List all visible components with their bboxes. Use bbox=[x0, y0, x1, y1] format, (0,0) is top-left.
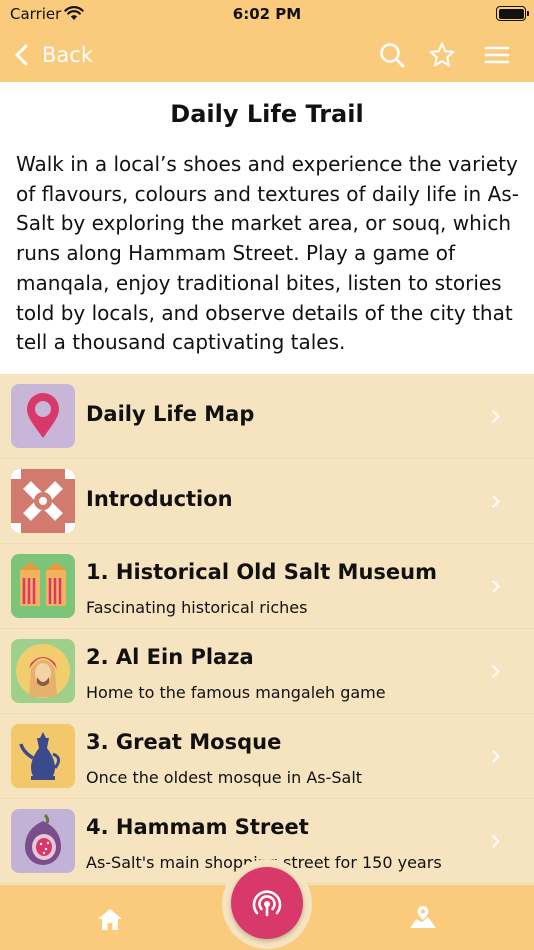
item-subtitle: Once the oldest mosque in As-Salt bbox=[86, 768, 363, 787]
page-title: Daily Life Trail bbox=[170, 100, 364, 128]
audio-broadcast-icon bbox=[252, 890, 282, 917]
status-bar: Carrier 6:02 PM bbox=[0, 0, 534, 28]
list-item-introduction[interactable]: Introduction bbox=[0, 459, 534, 544]
item-title: Daily Life Map bbox=[86, 402, 255, 426]
item-title: 2. Al Ein Plaza bbox=[86, 645, 254, 669]
map-pin-icon bbox=[11, 384, 75, 448]
chevron-right-icon bbox=[492, 580, 500, 593]
trail-intro: Daily Life Trail Walk in a local’s shoes… bbox=[0, 82, 534, 374]
home-icon[interactable] bbox=[97, 907, 123, 931]
navigation-bar: Back bbox=[0, 28, 534, 82]
trail-description: Walk in a local’s shoes and experience t… bbox=[16, 152, 519, 355]
chevron-right-icon bbox=[492, 835, 500, 848]
status-time: 6:02 PM bbox=[232, 5, 302, 23]
fig-icon bbox=[11, 809, 75, 873]
star-icon[interactable] bbox=[428, 41, 456, 69]
list-item-daily-life-map[interactable]: Daily Life Map bbox=[0, 374, 534, 459]
back-label: Back bbox=[42, 43, 93, 67]
chevron-right-icon bbox=[492, 495, 500, 508]
chevron-right-icon bbox=[492, 750, 500, 763]
list-item-great-mosque[interactable]: 3. Great Mosque Once the oldest mosque i… bbox=[0, 714, 534, 799]
coffee-pot-icon bbox=[11, 724, 75, 788]
pattern-icon bbox=[11, 469, 75, 533]
map-icon[interactable] bbox=[408, 904, 438, 932]
list-item-old-salt-museum[interactable]: 1. Historical Old Salt Museum Fascinatin… bbox=[0, 544, 534, 629]
audio-broadcast-button[interactable] bbox=[231, 867, 303, 939]
item-title: 4. Hammam Street bbox=[86, 815, 309, 839]
item-title: Introduction bbox=[86, 487, 233, 511]
chevron-left-icon bbox=[15, 44, 28, 66]
battery-icon bbox=[496, 6, 529, 21]
search-icon[interactable] bbox=[378, 41, 406, 69]
list-item-al-ein-plaza[interactable]: 2. Al Ein Plaza Home to the famous manga… bbox=[0, 629, 534, 714]
menu-icon[interactable] bbox=[483, 41, 511, 69]
back-button[interactable]: Back bbox=[14, 38, 93, 72]
chevron-right-icon bbox=[492, 665, 500, 678]
museum-icon bbox=[11, 554, 75, 618]
item-subtitle: Home to the famous mangaleh game bbox=[86, 683, 386, 702]
man-portrait-icon bbox=[11, 639, 75, 703]
chevron-right-icon bbox=[492, 410, 500, 423]
item-subtitle: Fascinating historical riches bbox=[86, 598, 308, 617]
item-title: 3. Great Mosque bbox=[86, 730, 282, 754]
item-title: 1. Historical Old Salt Museum bbox=[86, 560, 437, 584]
